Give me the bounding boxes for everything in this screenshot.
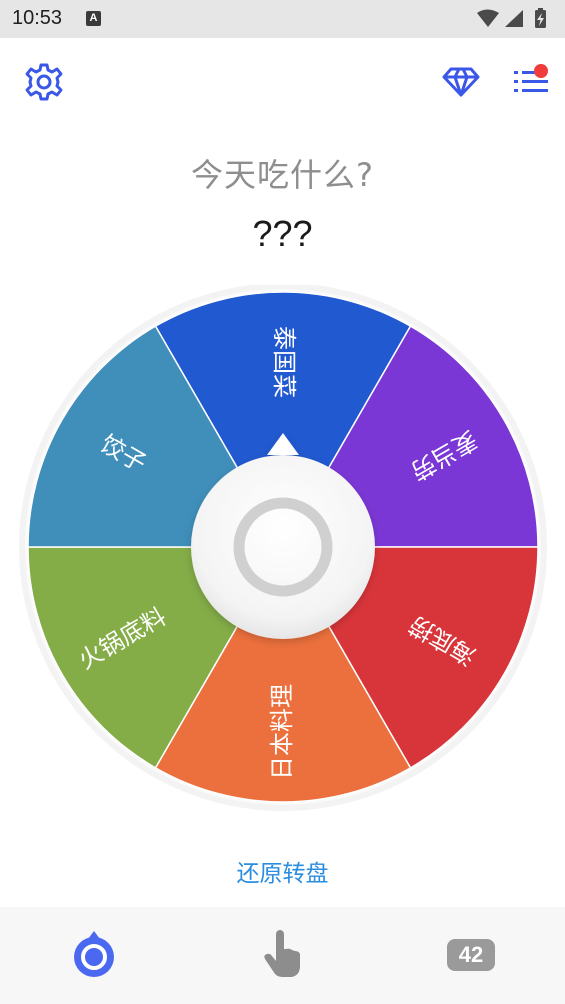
wheel-segment-label: 日本料理 [268,684,296,780]
notification-dot [534,64,548,78]
gear-icon[interactable] [24,62,64,102]
reset-wheel-button[interactable]: 还原转盘 [0,854,565,888]
tap-hand-icon [264,930,300,977]
wifi-icon [477,9,499,27]
status-time: 10:53 [12,7,63,29]
nav-tap[interactable] [222,907,342,1004]
wheel-icon [74,931,114,977]
status-bar: 10:53 A [0,0,565,38]
list-icon[interactable] [512,62,552,98]
signal-icon [505,10,523,27]
prize-wheel[interactable]: 泰国菜麦当劳海底捞日本料理火锅底料饺子 [18,285,548,815]
status-icons [477,8,546,28]
page-title: 今天吃什么? [191,156,374,194]
notification-a-icon: A [86,11,101,26]
diamond-icon[interactable] [442,66,480,98]
wheel-segment-label: 泰国菜 [270,326,298,398]
result-text: ??? [252,213,313,254]
count-badge[interactable]: 42 [447,939,495,971]
battery-charging-icon [535,8,546,28]
nav-wheel[interactable] [34,907,154,1004]
